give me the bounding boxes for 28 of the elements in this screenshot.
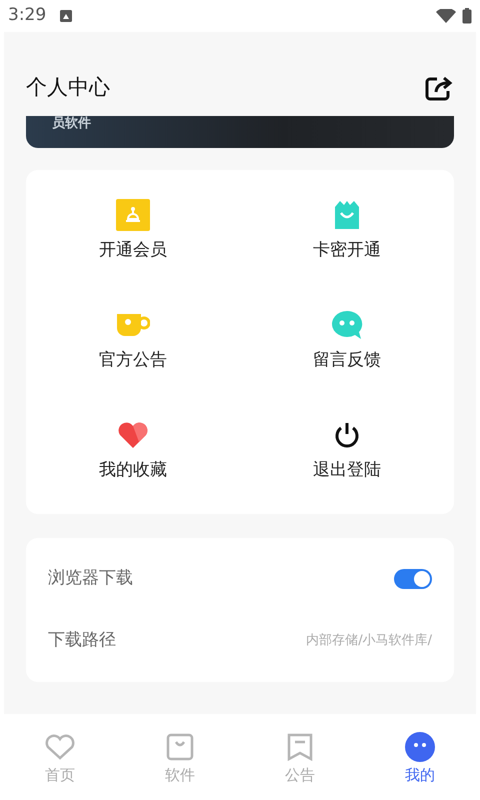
menu-item[interactable]: 官方公告 bbox=[26, 308, 240, 380]
banner-text: 员软件 bbox=[52, 116, 91, 132]
battery-icon bbox=[462, 8, 472, 24]
nav-tab[interactable]: 我的 bbox=[360, 732, 480, 786]
setting-label: 浏览器下载 bbox=[48, 566, 133, 590]
bag-icon bbox=[166, 733, 194, 761]
toggle-switch[interactable] bbox=[394, 568, 432, 588]
menu-item[interactable]: 退出登陆 bbox=[240, 418, 454, 490]
status-time: 3:29 bbox=[8, 4, 46, 28]
vip-banner[interactable]: 员软件 bbox=[26, 116, 454, 148]
face-icon bbox=[405, 732, 435, 762]
bookmark-note-icon bbox=[287, 733, 313, 761]
notification-icon bbox=[60, 10, 72, 22]
cup-icon bbox=[116, 312, 150, 338]
heart-icon bbox=[117, 420, 149, 448]
crown-bell-icon bbox=[116, 198, 150, 230]
heart-icon bbox=[45, 734, 75, 760]
share-icon bbox=[425, 74, 453, 101]
wifi-icon bbox=[436, 9, 456, 23]
menu-item[interactable]: 卡密开通 bbox=[240, 198, 454, 270]
menu-item[interactable]: 留言反馈 bbox=[240, 308, 454, 380]
menu-item[interactable]: 开通会员 bbox=[26, 198, 240, 270]
setting-label: 下载路径 bbox=[48, 628, 116, 652]
power-icon bbox=[333, 420, 361, 448]
page-title: 个人中心 bbox=[26, 74, 110, 101]
bag-icon bbox=[332, 198, 362, 230]
chat-bubble-icon bbox=[331, 310, 363, 340]
menu-item[interactable]: 我的收藏 bbox=[26, 418, 240, 490]
